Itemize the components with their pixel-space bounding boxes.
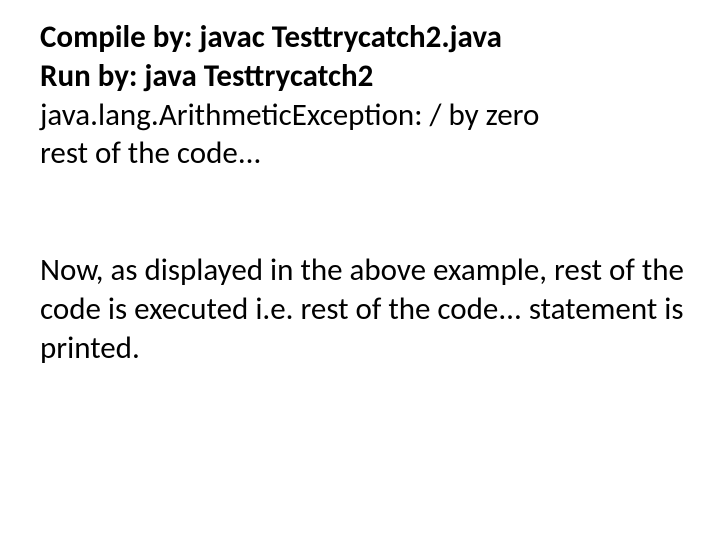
explanation-paragraph: Now, as displayed in the above example, … <box>40 251 690 367</box>
exception-line: java.lang.ArithmeticException: / by zero <box>40 96 690 135</box>
explanation-text: Now, as displayed in the above example, … <box>40 251 684 367</box>
run-value: java Testtrycatch2 <box>137 57 373 95</box>
compile-value: javac Testtrycatch2.java <box>192 18 501 56</box>
run-label: Run by: <box>40 57 137 95</box>
compile-line: Compile by: javac Testtrycatch2.java <box>40 18 690 57</box>
code-output-block: Compile by: javac Testtrycatch2.java Run… <box>40 18 690 173</box>
compile-label: Compile by: <box>40 18 192 56</box>
rest-of-code-line: rest of the code... <box>40 134 690 173</box>
run-line: Run by: java Testtrycatch2 <box>40 57 690 96</box>
